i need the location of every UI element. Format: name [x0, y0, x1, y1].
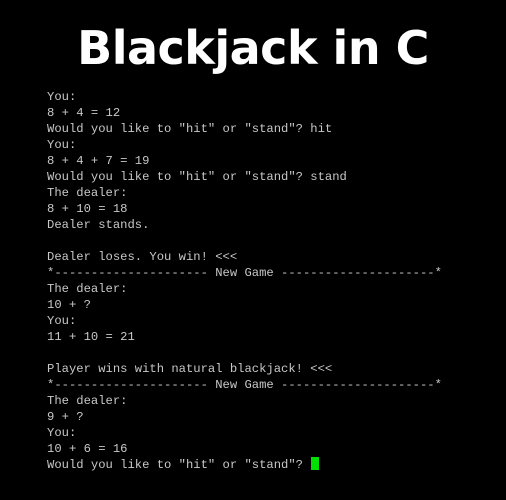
- terminal-line: You:: [47, 314, 77, 328]
- page-title: Blackjack in C: [77, 21, 429, 75]
- terminal-line: You:: [47, 138, 77, 152]
- terminal-line: You:: [47, 426, 77, 440]
- terminal-line: 8 + 4 = 12: [47, 106, 121, 120]
- terminal-line: Dealer loses. You win! <<<: [47, 250, 238, 264]
- terminal-line: *--------------------- New Game --------…: [47, 378, 442, 392]
- terminal-line: 11 + 10 = 21: [47, 330, 135, 344]
- terminal-line: Would you like to "hit" or "stand"? stan…: [47, 170, 347, 184]
- terminal-line: The dealer:: [47, 186, 128, 200]
- terminal-line: 9 + ?: [47, 410, 84, 424]
- terminal-line: The dealer:: [47, 394, 128, 408]
- terminal-line: You:: [47, 90, 77, 104]
- terminal-line: 8 + 4 + 7 = 19: [47, 154, 150, 168]
- terminal-line: *--------------------- New Game --------…: [47, 266, 442, 280]
- terminal-line: 10 + 6 = 16: [47, 442, 128, 456]
- terminal-line: Would you like to "hit" or "stand"? hit: [47, 122, 333, 136]
- terminal-line: Player wins with natural blackjack! <<<: [47, 362, 333, 376]
- terminal-prompt-line[interactable]: Would you like to "hit" or "stand"?: [47, 457, 497, 473]
- terminal-line: 10 + ?: [47, 298, 91, 312]
- terminal-prompt: Would you like to "hit" or "stand"?: [47, 458, 311, 472]
- terminal-output[interactable]: You: 8 + 4 = 12 Would you like to "hit" …: [47, 89, 497, 473]
- terminal-line: Dealer stands.: [47, 218, 150, 232]
- terminal-line: The dealer:: [47, 282, 128, 296]
- terminal-line: 8 + 10 = 18: [47, 202, 128, 216]
- text-cursor[interactable]: [311, 457, 320, 470]
